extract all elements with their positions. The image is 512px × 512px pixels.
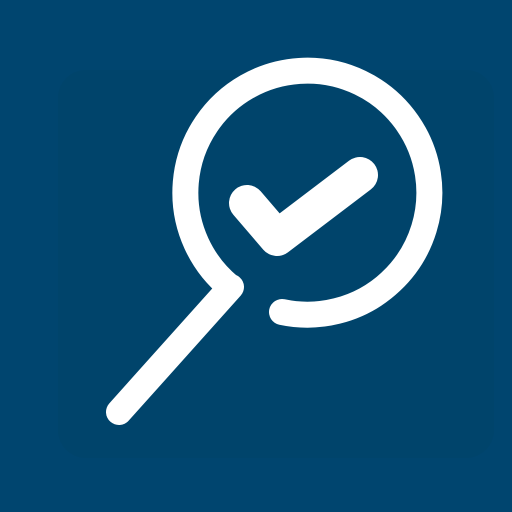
check-mark (229, 157, 378, 256)
app-icon (0, 0, 512, 512)
magnifier-handle (106, 274, 244, 425)
search-check-icon (106, 57, 443, 425)
